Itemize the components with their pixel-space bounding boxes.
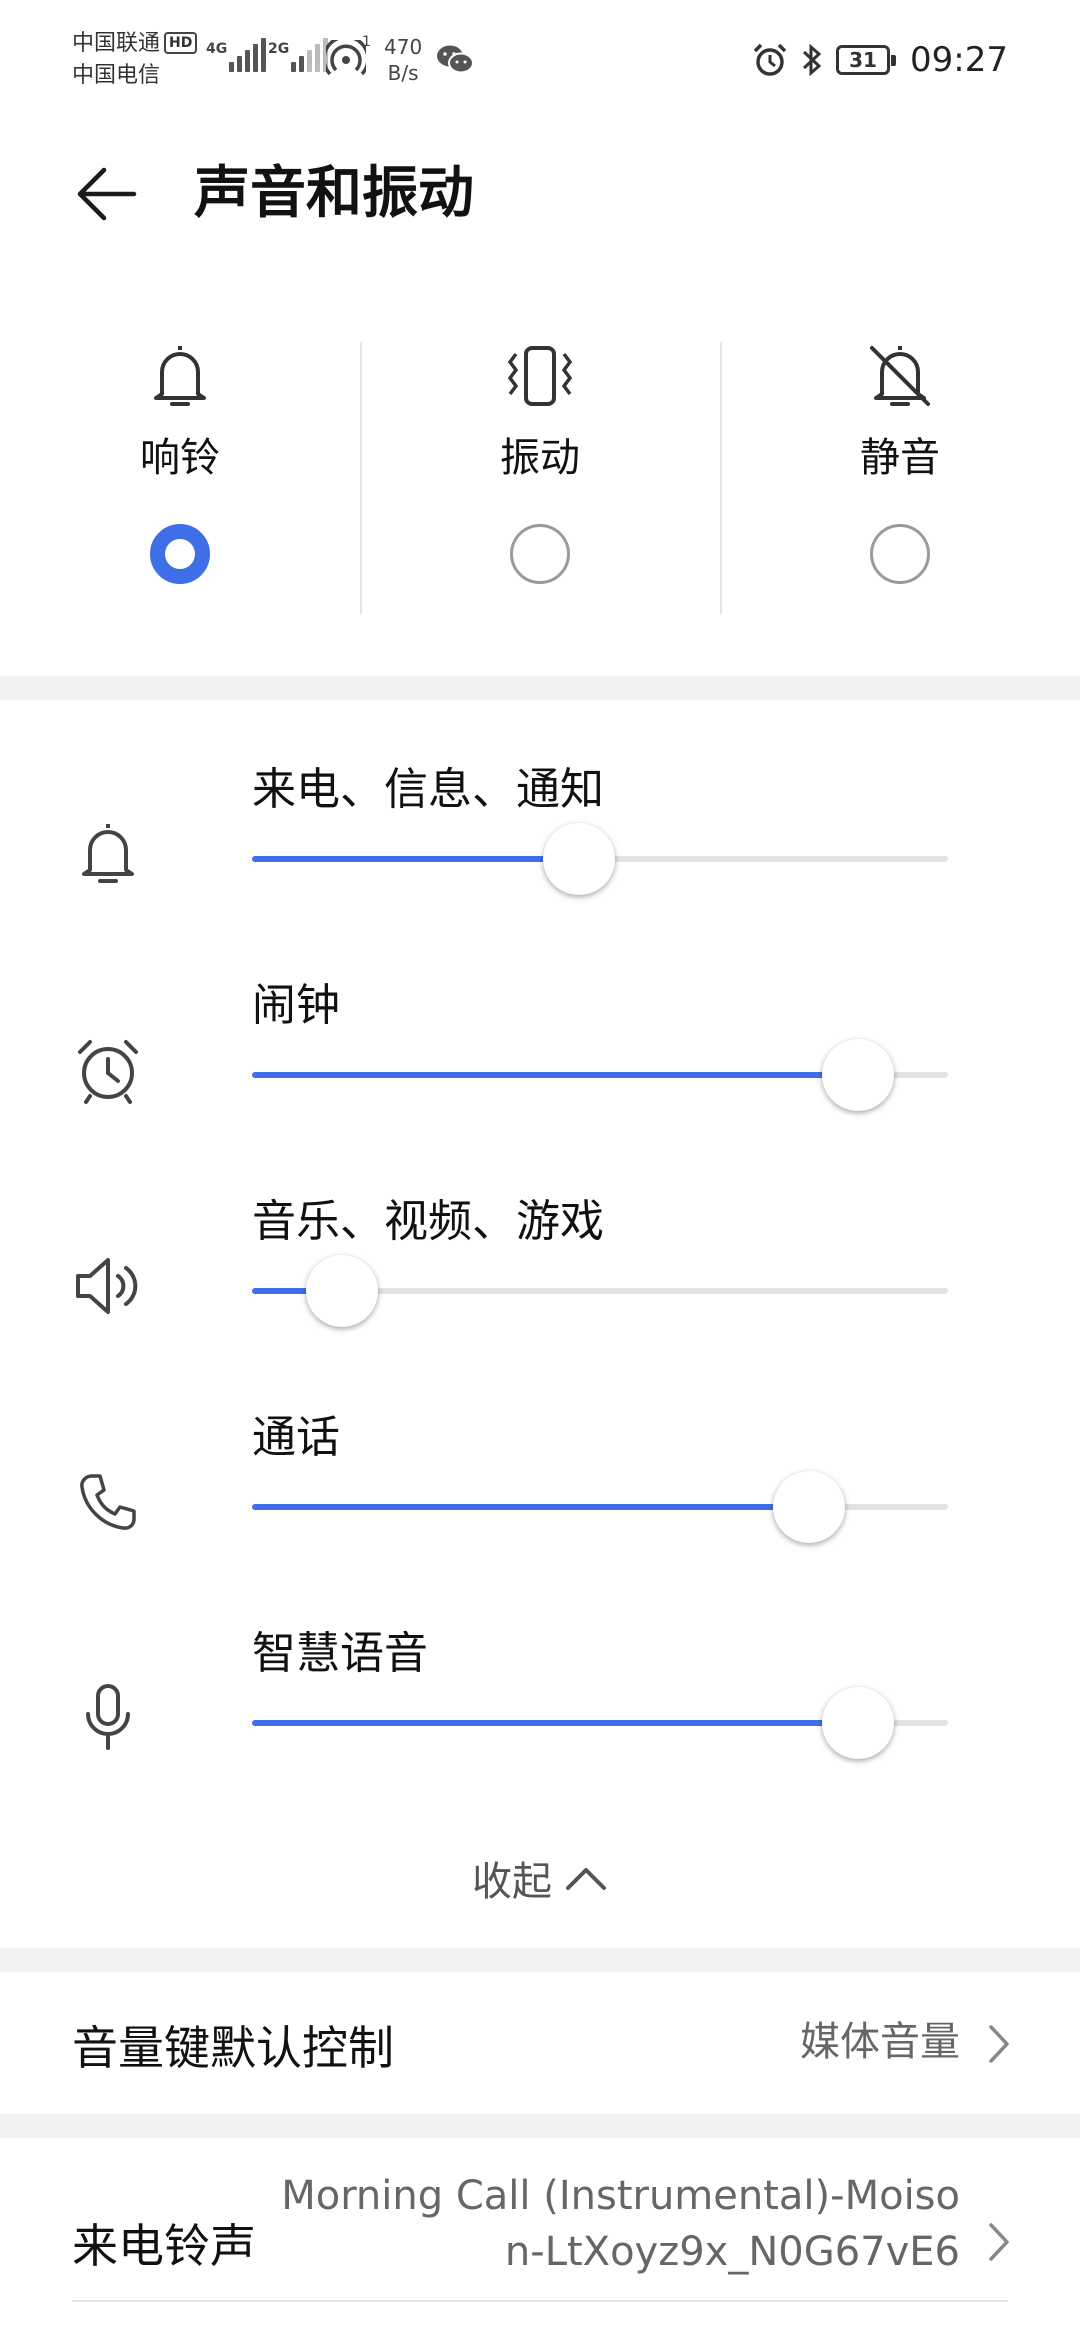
status-time: 09:27	[910, 40, 1008, 80]
hotspot-icon	[326, 40, 366, 76]
volume-label: 闹钟	[252, 980, 340, 1031]
vibrate-radio[interactable]	[510, 524, 570, 584]
signal-sim1-icon: 4G	[206, 38, 267, 72]
vibrate-icon	[507, 346, 573, 406]
bell-off-icon	[870, 346, 930, 406]
volume-label: 来电、信息、通知	[252, 764, 604, 815]
carrier-2: 中国电信	[72, 63, 161, 88]
net-speed-value: 470	[384, 35, 423, 59]
ringtone-setting[interactable]: 来电铃声 Morning Call (Instrumental)-Moiso n…	[0, 2138, 1080, 2340]
volume-fill	[252, 1504, 809, 1510]
sim1-tech: 4G	[206, 41, 228, 57]
hd-badge: HD	[164, 32, 198, 54]
carrier-1: 中国联通	[72, 31, 161, 56]
volume-label: 智慧语音	[252, 1628, 428, 1679]
silent-radio[interactable]	[870, 524, 930, 584]
setting-value: Morning Call (Instrumental)-Moiso n-LtXo…	[281, 2168, 960, 2280]
right-status-icons: 31 09:27	[752, 38, 1008, 82]
volume-fill	[252, 1720, 858, 1726]
volume-row-notification: 来电、信息、通知	[0, 760, 1080, 976]
ringtone-line-1: Morning Call (Instrumental)-Moiso	[281, 2173, 960, 2219]
sim2-tech: 2G	[268, 41, 290, 57]
wechat-icon	[437, 45, 474, 74]
mode-silent[interactable]: 静音	[720, 330, 1080, 614]
mode-label: 响铃	[140, 435, 220, 481]
mode-ring[interactable]: 响铃	[0, 330, 360, 610]
chevron-up-icon	[566, 1868, 606, 1890]
app-header: 声音和振动	[0, 130, 1080, 250]
phone-icon	[80, 1474, 136, 1530]
carrier-info: 中国联通 HD 中国电信	[72, 28, 198, 92]
page-title: 声音和振动	[194, 161, 474, 226]
volume-fill	[252, 856, 580, 862]
volume-thumb[interactable]	[306, 1255, 379, 1327]
volume-thumb[interactable]	[821, 1039, 894, 1111]
bell-icon	[82, 824, 134, 883]
section-separator	[0, 1948, 1080, 1972]
speaker-icon	[76, 1258, 138, 1314]
back-arrow-icon	[77, 167, 137, 221]
volume-track[interactable]	[252, 1039, 948, 1111]
volume-thumb[interactable]	[821, 1687, 894, 1759]
volume-thumb[interactable]	[543, 823, 616, 895]
volume-row-voice: 智慧语音	[0, 1624, 1080, 1840]
mode-label: 振动	[500, 435, 580, 481]
collapse-button[interactable]: 收起	[0, 1846, 1080, 1910]
volume-track[interactable]	[252, 823, 948, 895]
mode-vibrate[interactable]: 振动	[360, 330, 720, 614]
volume-label: 通话	[252, 1412, 340, 1463]
ringtone-line-2: n-LtXoyz9x_N0G67vE6	[504, 2229, 960, 2275]
chevron-right-icon	[989, 2223, 1009, 2261]
collapse-label: 收起	[472, 1859, 552, 1905]
volume-key-setting[interactable]: 音量键默认控制 媒体音量	[0, 1972, 1080, 2114]
back-button[interactable]	[64, 152, 148, 236]
sound-mode-selector: 响铃 振动 静音	[0, 330, 1080, 614]
volume-fill	[252, 1072, 858, 1078]
volume-row-alarm: 闹钟	[0, 976, 1080, 1192]
setting-value: 媒体音量	[800, 2019, 960, 2065]
volume-row-media: 音乐、视频、游戏	[0, 1192, 1080, 1408]
volume-track[interactable]	[252, 1255, 948, 1327]
volume-label: 音乐、视频、游戏	[252, 1196, 604, 1247]
volume-track[interactable]	[252, 1471, 948, 1543]
chevron-right-icon	[989, 2025, 1009, 2063]
network-speed: 470 B/s	[384, 34, 422, 86]
battery-icon: 31	[836, 45, 897, 75]
status-bar: 中国联通 HD 中国电信 4G 2G 1 470 B/s 31 09:27	[0, 0, 1080, 120]
alarm-status-icon	[753, 43, 787, 76]
mode-label: 静音	[860, 435, 940, 481]
volume-thumb[interactable]	[772, 1471, 845, 1543]
setting-label: 来电铃声	[72, 2219, 256, 2273]
mic-icon	[86, 1684, 130, 1750]
section-separator	[0, 676, 1080, 700]
bluetooth-icon	[802, 43, 822, 77]
battery-level: 31	[849, 48, 877, 72]
volume-row-call: 通话	[0, 1408, 1080, 1624]
alarm-icon	[78, 1040, 138, 1104]
volume-track[interactable]	[252, 1687, 948, 1759]
section-separator	[0, 2114, 1080, 2138]
bell-icon	[154, 346, 206, 406]
ring-radio[interactable]	[150, 524, 210, 584]
setting-label: 音量键默认控制	[72, 2021, 394, 2075]
list-divider	[72, 2300, 1008, 2302]
signal-sim2-icon: 2G	[268, 38, 329, 72]
hotspot-count: 1	[362, 34, 371, 50]
net-speed-unit: B/s	[387, 61, 419, 85]
